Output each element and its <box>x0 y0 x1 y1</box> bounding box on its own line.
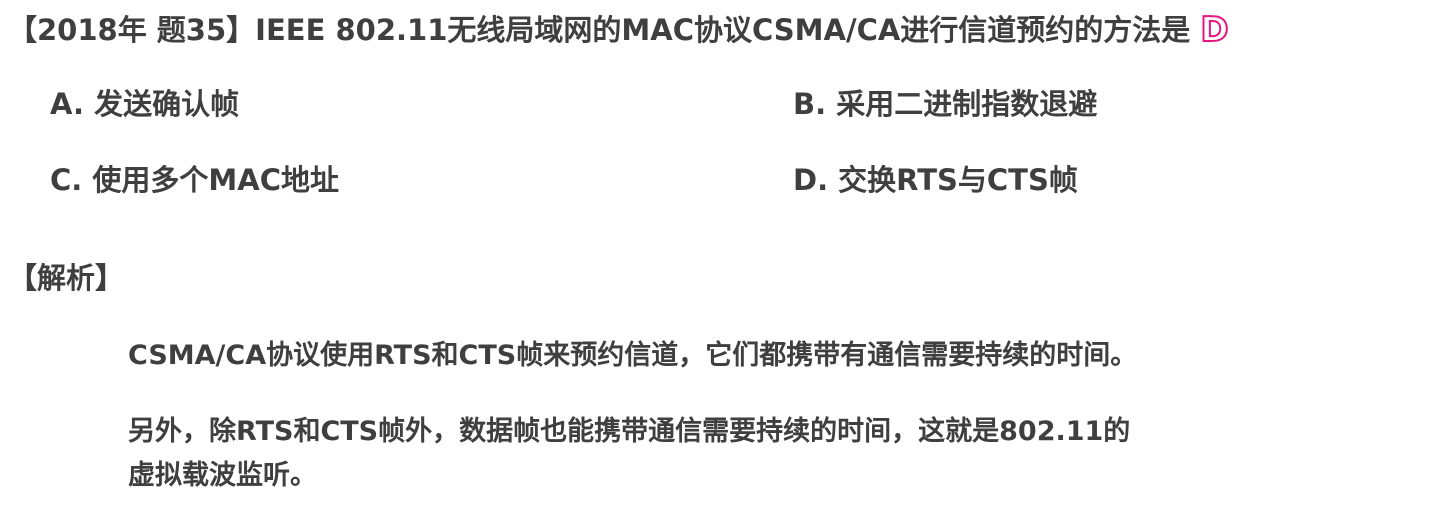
analysis-paragraph-1: CSMA/CA协议使用RTS和CTS帧来预约信道，它们都携带有通信需要持续的时间… <box>128 340 1138 371</box>
analysis-paragraph-2-line-1: 另外，除RTS和CTS帧外，数据帧也能携带通信需要持续的时间，这就是802.11… <box>128 416 1131 447</box>
analysis-title: 【解析】 <box>8 261 125 295</box>
option-a: A. 发送确认帧 <box>50 87 240 121</box>
answer-mark: D <box>1199 9 1229 51</box>
option-d: D. 交换RTS与CTS帧 <box>793 163 1078 197</box>
question-line: 【2018年 题35】IEEE 802.11无线局域网的MAC协议CSMA/CA… <box>8 9 1230 51</box>
analysis-paragraph-2-line-2: 虚拟载波监听。 <box>128 460 317 491</box>
question-text: 【2018年 题35】IEEE 802.11无线局域网的MAC协议CSMA/CA… <box>8 13 1191 47</box>
option-c: C. 使用多个MAC地址 <box>50 163 339 197</box>
slide-page: 【2018年 题35】IEEE 802.11无线局域网的MAC协议CSMA/CA… <box>0 0 1451 507</box>
option-b: B. 采用二进制指数退避 <box>793 87 1098 121</box>
